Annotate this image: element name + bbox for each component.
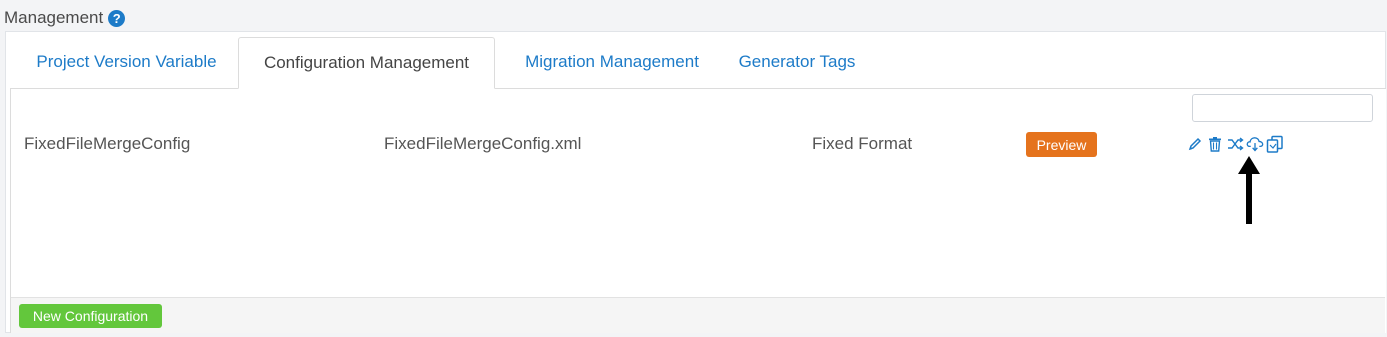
tab-label: Configuration Management [263,53,470,72]
cloud-download-icon[interactable] [1246,135,1264,153]
tab-label: Migration Management [525,52,699,71]
tab-generator-tags[interactable]: Generator Tags [727,37,867,87]
row-actions [1186,134,1284,154]
tab-label: Project Version Variable [36,52,217,71]
page-header: Management ? [4,6,126,30]
tab-migration-management[interactable]: Migration Management [501,37,723,87]
config-format: Fixed Format [812,134,913,153]
shuffle-icon[interactable] [1226,135,1244,153]
pencil-icon[interactable] [1186,135,1204,153]
config-file: FixedFileMergeConfig.xml [384,134,582,153]
tab-label: Generator Tags [738,52,856,71]
page-title: Management [4,8,104,27]
copy-icon[interactable] [1266,135,1284,153]
tab-project-version-variable[interactable]: Project Version Variable [13,37,240,87]
new-configuration-button[interactable]: New Configuration [19,304,162,328]
question-circle-icon[interactable]: ? [108,9,126,27]
tab-configuration-management[interactable]: Configuration Management [238,37,495,89]
arrow-up-icon [1238,156,1260,224]
tab-bar: Project Version Variable Configuration M… [5,31,1386,89]
page: Management ? Project Version Variable Co… [0,0,1387,337]
trash-icon[interactable] [1206,135,1224,153]
preview-button[interactable]: Preview [1026,132,1097,157]
config-name: FixedFileMergeConfig [24,134,191,153]
search-input[interactable] [1192,94,1373,122]
footer-bar [11,297,1385,333]
